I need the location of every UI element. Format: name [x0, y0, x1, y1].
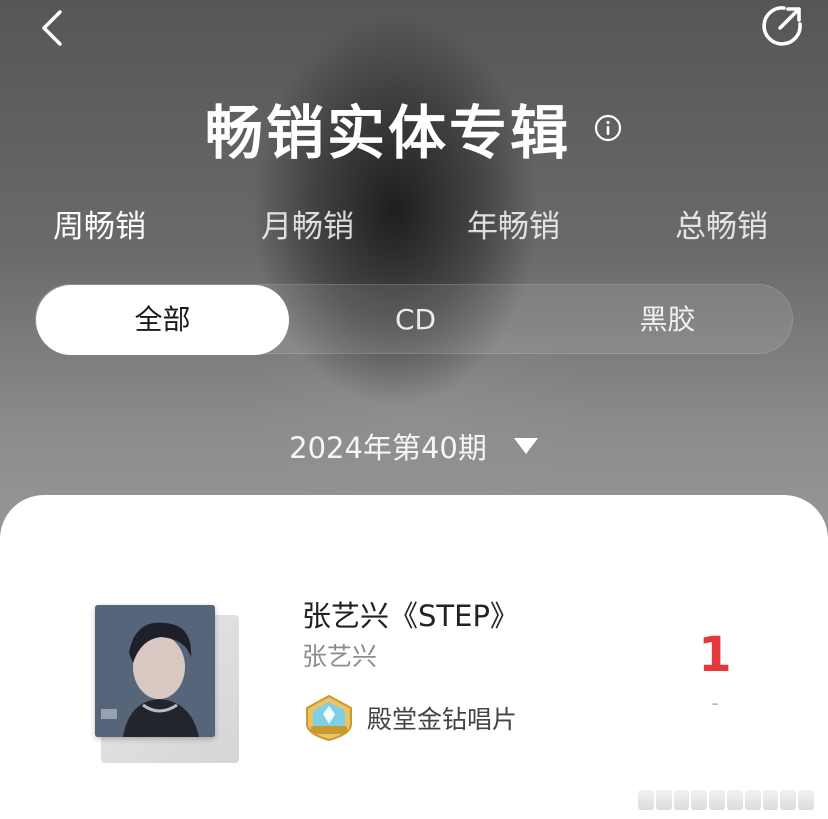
list-item[interactable]: 张艺兴《STEP》 张艺兴 殿堂金钻唱片 1 -: [0, 575, 828, 775]
cover-portrait-icon: [95, 605, 215, 737]
album-cover: [95, 605, 239, 763]
tab-monthly[interactable]: 月畅销: [261, 200, 354, 254]
album-cover-art: [95, 605, 215, 737]
badge-label: 殿堂金钻唱片: [367, 705, 518, 734]
back-button[interactable]: [30, 6, 74, 50]
album-artist: 张艺兴: [302, 642, 378, 671]
page-title: 畅销实体专辑: [204, 99, 571, 167]
tab-weekly[interactable]: 周畅销: [53, 200, 146, 254]
tab-all-time[interactable]: 总畅销: [675, 200, 768, 254]
diamond-record-badge-icon: [306, 694, 352, 742]
issue-label: 2024年第40期: [289, 431, 487, 465]
filter-cd[interactable]: CD: [289, 285, 542, 355]
title-row: 畅销实体专辑: [0, 90, 828, 167]
share-button[interactable]: [758, 2, 806, 50]
rank-change: -: [711, 691, 719, 715]
info-icon: [594, 114, 622, 142]
ranking-list: 张艺兴《STEP》 张艺兴 殿堂金钻唱片 1 -: [0, 495, 828, 819]
certification-badge: 殿堂金钻唱片: [303, 693, 517, 743]
format-filter: 全部 CD 黑胶: [35, 284, 794, 355]
filter-vinyl[interactable]: 黑胶: [541, 285, 794, 355]
info-button[interactable]: [593, 113, 623, 143]
issue-selector[interactable]: 2024年第40期: [0, 420, 828, 472]
album-title: 张艺兴《STEP》: [302, 599, 519, 633]
header-background: 畅销实体专辑 周畅销 月畅销 年畅销 总畅销 全部 CD 黑胶 2024年第40…: [0, 0, 828, 560]
chevron-left-icon: [42, 10, 62, 46]
watermark: [638, 790, 814, 812]
share-icon: [762, 6, 802, 46]
caret-down-icon: [513, 438, 538, 454]
period-tabs: 周畅销 月畅销 年畅销 总畅销: [0, 200, 828, 254]
tab-yearly[interactable]: 年畅销: [467, 200, 560, 254]
filter-all[interactable]: 全部: [36, 285, 289, 355]
rank-number: 1: [698, 627, 732, 683]
